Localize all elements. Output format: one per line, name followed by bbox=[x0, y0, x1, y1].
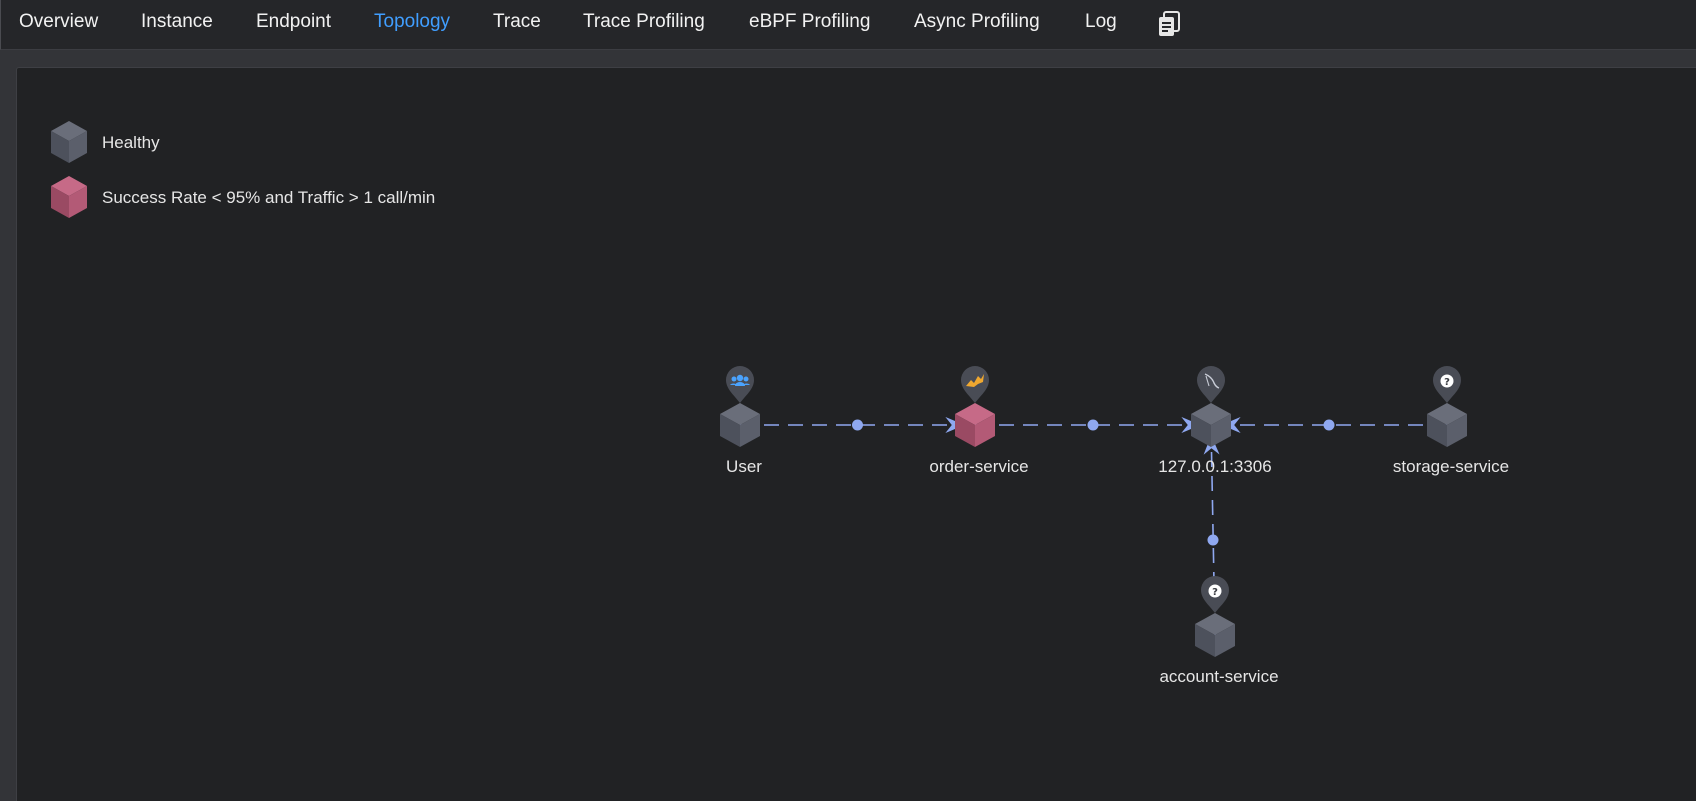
node-label-order: order-service bbox=[929, 457, 1028, 476]
node-mysql[interactable]: 127.0.0.1:3306 bbox=[1158, 366, 1272, 476]
topology-graph[interactable]: User order-service 127.0.0.1:3306? storage-… bbox=[17, 68, 1696, 801]
mysql-icon bbox=[1197, 366, 1225, 403]
healthy-node-cube[interactable] bbox=[720, 403, 760, 447]
unknown-icon: ? bbox=[1433, 366, 1461, 403]
healthy-node-cube[interactable] bbox=[1195, 613, 1235, 657]
tab-overview[interactable]: Overview bbox=[19, 8, 98, 36]
node-label-account: account-service bbox=[1159, 667, 1278, 686]
node-label-mysql: 127.0.0.1:3306 bbox=[1158, 457, 1271, 476]
node-account[interactable]: ? account-service bbox=[1159, 576, 1279, 686]
document-copy-icon[interactable] bbox=[1158, 11, 1182, 37]
edge-midpoint-storage-mysql[interactable] bbox=[1323, 419, 1335, 431]
edge-midpoint-account-mysql[interactable] bbox=[1207, 534, 1219, 546]
tab-trace-profiling[interactable]: Trace Profiling bbox=[583, 8, 705, 36]
node-order[interactable]: order-service bbox=[929, 366, 1029, 476]
healthy-node-cube[interactable] bbox=[1191, 403, 1231, 447]
app-window: Overview Instance Endpoint Topology Trac… bbox=[0, 0, 1696, 801]
dashboard-tab-bar: Overview Instance Endpoint Topology Trac… bbox=[0, 0, 1696, 50]
tab-endpoint[interactable]: Endpoint bbox=[256, 8, 331, 36]
healthy-node-cube[interactable] bbox=[1427, 403, 1467, 447]
users-icon bbox=[726, 366, 754, 403]
svg-text:?: ? bbox=[1444, 377, 1450, 388]
tab-async-profiling[interactable]: Async Profiling bbox=[914, 8, 1040, 36]
tomcat-icon bbox=[961, 366, 989, 403]
edge-midpoint-order-mysql[interactable] bbox=[1087, 419, 1099, 431]
tab-trace[interactable]: Trace bbox=[493, 8, 541, 36]
tab-log[interactable]: Log bbox=[1085, 8, 1117, 36]
unhealthy-node-cube[interactable] bbox=[955, 403, 995, 447]
unknown-icon: ? bbox=[1201, 576, 1229, 613]
tab-instance[interactable]: Instance bbox=[141, 8, 213, 36]
node-label-storage: storage-service bbox=[1393, 457, 1509, 476]
node-user[interactable]: User bbox=[720, 366, 762, 476]
tab-topology[interactable]: Topology bbox=[374, 8, 450, 36]
node-storage[interactable]: ? storage-service bbox=[1393, 366, 1509, 476]
edge-midpoint-user-order[interactable] bbox=[852, 419, 863, 431]
node-label-user: User bbox=[726, 457, 762, 476]
tab-ebpf-profiling[interactable]: eBPF Profiling bbox=[749, 8, 870, 36]
topology-panel: Healthy Success Rate < 95% and Traffic >… bbox=[16, 67, 1696, 801]
svg-text:?: ? bbox=[1212, 587, 1218, 598]
